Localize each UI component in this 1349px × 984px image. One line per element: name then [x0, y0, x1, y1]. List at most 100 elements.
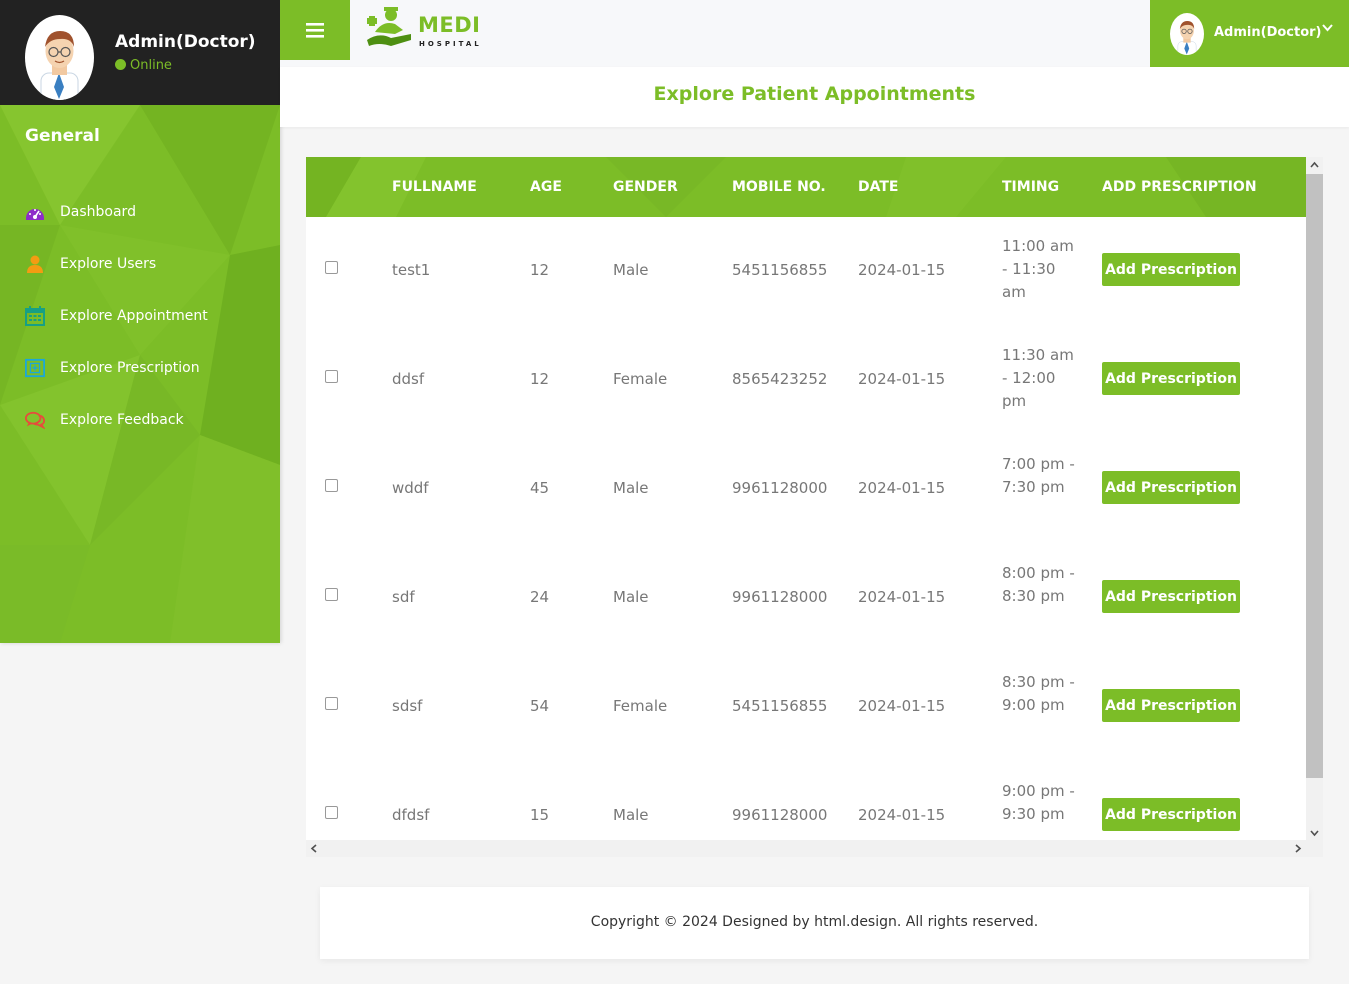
cell-timing: 11:30 am - 12:00 pm — [1002, 346, 1074, 410]
scroll-down-arrow-icon[interactable] — [1310, 830, 1319, 837]
cell-gender: Male — [613, 479, 649, 497]
online-dot-icon — [115, 59, 126, 70]
scroll-left-arrow-icon[interactable] — [310, 844, 317, 853]
sidebar-section-title: General — [25, 126, 100, 146]
cell-gender: Female — [613, 697, 668, 715]
cell-mobile: 9961128000 — [732, 588, 828, 606]
status-text: Online — [130, 58, 172, 73]
doctor-avatar — [25, 15, 94, 100]
cell-fullname: test1 — [392, 261, 431, 279]
cell-date: 2024-01-15 — [858, 697, 946, 715]
cell-date: 2024-01-15 — [858, 370, 946, 388]
scroll-right-arrow-icon[interactable] — [1295, 844, 1302, 853]
user-menu-button[interactable]: Admin(Doctor) — [1150, 0, 1349, 67]
add-prescription-button[interactable]: Add Prescription — [1102, 362, 1240, 395]
cell-age: 54 — [530, 697, 550, 715]
cell-age: 12 — [530, 370, 550, 388]
row-checkbox[interactable] — [325, 806, 338, 819]
cell-fullname: ddsf — [392, 370, 425, 388]
chevron-down-icon — [1322, 24, 1333, 32]
topbar: MEDI HOSPITAL Admin(Doctor) — [280, 0, 1349, 67]
cell-fullname: wddf — [392, 479, 429, 497]
cell-gender: Male — [613, 806, 649, 824]
cell-timing: 7:00 pm - 7:30 pm — [1002, 455, 1075, 496]
sidebar: Admin(Doctor) Online General Dashboard E… — [0, 0, 280, 643]
cell-mobile: 5451156855 — [732, 261, 828, 279]
column-header-date[interactable]: DATE — [858, 179, 898, 195]
row-checkbox[interactable] — [325, 370, 338, 383]
logo-subtitle: HOSPITAL — [419, 40, 482, 48]
user-avatar — [1170, 13, 1204, 55]
hamburger-icon — [306, 23, 324, 38]
cell-gender: Male — [613, 588, 649, 606]
profile-status: Online — [115, 58, 172, 73]
logo-text: MEDI — [418, 13, 481, 37]
sidebar-item-label: Explore Prescription — [60, 360, 200, 376]
row-checkbox[interactable] — [325, 588, 338, 601]
cell-gender: Female — [613, 370, 668, 388]
cell-fullname: sdsf — [392, 697, 423, 715]
vertical-scrollbar[interactable] — [1306, 157, 1323, 840]
cell-age: 45 — [530, 479, 550, 497]
cell-mobile: 9961128000 — [732, 479, 828, 497]
table-row: sdsf 54 Female 5451156855 2024-01-15 8:3… — [306, 653, 1306, 762]
column-header-timing[interactable]: TIMING — [1002, 179, 1059, 195]
sidebar-item-dashboard[interactable]: Dashboard — [0, 186, 280, 238]
cell-mobile: 8565423252 — [732, 370, 828, 388]
table-row: ddsf 12 Female 8565423252 2024-01-15 11:… — [306, 326, 1306, 435]
profile-name: Admin(Doctor) — [115, 32, 256, 52]
cell-gender: Male — [613, 261, 649, 279]
medical-logo-icon — [367, 7, 411, 46]
appointments-table: FULLNAME AGE GENDER MOBILE NO. DATE TIMI… — [306, 157, 1306, 840]
cell-timing: 9:00 pm - 9:30 pm — [1002, 782, 1075, 823]
row-checkbox[interactable] — [325, 697, 338, 710]
add-prescription-button[interactable]: Add Prescription — [1102, 471, 1240, 504]
column-header-fullname[interactable]: FULLNAME — [392, 179, 477, 195]
cell-timing: 11:00 am - 11:30 am — [1002, 237, 1074, 301]
copyright-text: Copyright © 2024 Designed by html.design… — [590, 914, 1039, 930]
cell-date: 2024-01-15 — [858, 261, 946, 279]
table-row: wddf 45 Male 9961128000 2024-01-15 7:00 … — [306, 435, 1306, 544]
cell-fullname: sdf — [392, 588, 415, 606]
cell-timing: 8:00 pm - 8:30 pm — [1002, 564, 1075, 605]
add-prescription-button[interactable]: Add Prescription — [1102, 798, 1240, 831]
add-prescription-button[interactable]: Add Prescription — [1102, 253, 1240, 286]
sidebar-item-feedback[interactable]: Explore Feedback — [0, 394, 280, 446]
cell-age: 24 — [530, 588, 550, 606]
comments-icon — [25, 410, 45, 430]
sidebar-item-label: Dashboard — [60, 204, 136, 220]
table-row: dfdsf 15 Male 9961128000 2024-01-15 9:00… — [306, 762, 1306, 840]
profile-panel: Admin(Doctor) Online — [0, 0, 280, 105]
scroll-up-arrow-icon[interactable] — [1310, 161, 1319, 168]
hospital-logo[interactable]: MEDI HOSPITAL — [365, 6, 485, 54]
sidebar-item-appointment[interactable]: Explore Appointment — [0, 290, 280, 342]
cell-date: 2024-01-15 — [858, 479, 946, 497]
sidebar-item-users[interactable]: Explore Users — [0, 238, 280, 290]
horizontal-scrollbar[interactable] — [306, 840, 1323, 857]
page-title-bar: Explore Patient Appointments — [280, 67, 1349, 127]
page-title: Explore Patient Appointments — [653, 83, 976, 105]
cell-date: 2024-01-15 — [858, 588, 946, 606]
menu-toggle-button[interactable] — [280, 0, 350, 60]
table-body: test1 12 Male 5451156855 2024-01-15 11:0… — [306, 217, 1306, 840]
sidebar-item-label: Explore Users — [60, 256, 157, 272]
prescription-icon — [25, 358, 45, 378]
sidebar-item-label: Explore Appointment — [60, 308, 208, 324]
vertical-scroll-thumb[interactable] — [1306, 174, 1323, 778]
cell-mobile: 5451156855 — [732, 697, 828, 715]
row-checkbox[interactable] — [325, 261, 338, 274]
add-prescription-button[interactable]: Add Prescription — [1102, 580, 1240, 613]
cell-mobile: 9961128000 — [732, 806, 828, 824]
cell-date: 2024-01-15 — [858, 806, 946, 824]
footer: Copyright © 2024 Designed by html.design… — [320, 887, 1309, 959]
sidebar-item-prescription[interactable]: Explore Prescription — [0, 342, 280, 394]
column-header-add-prescription[interactable]: ADD PRESCRIPTION — [1102, 179, 1257, 195]
column-header-mobile[interactable]: MOBILE NO. — [732, 179, 826, 195]
sidebar-item-label: Explore Feedback — [60, 412, 184, 428]
add-prescription-button[interactable]: Add Prescription — [1102, 689, 1240, 722]
row-checkbox[interactable] — [325, 479, 338, 492]
calendar-icon — [25, 306, 45, 326]
column-header-age[interactable]: AGE — [530, 179, 562, 195]
column-header-gender[interactable]: GENDER — [613, 179, 678, 195]
table-header: FULLNAME AGE GENDER MOBILE NO. DATE TIMI… — [306, 157, 1306, 217]
